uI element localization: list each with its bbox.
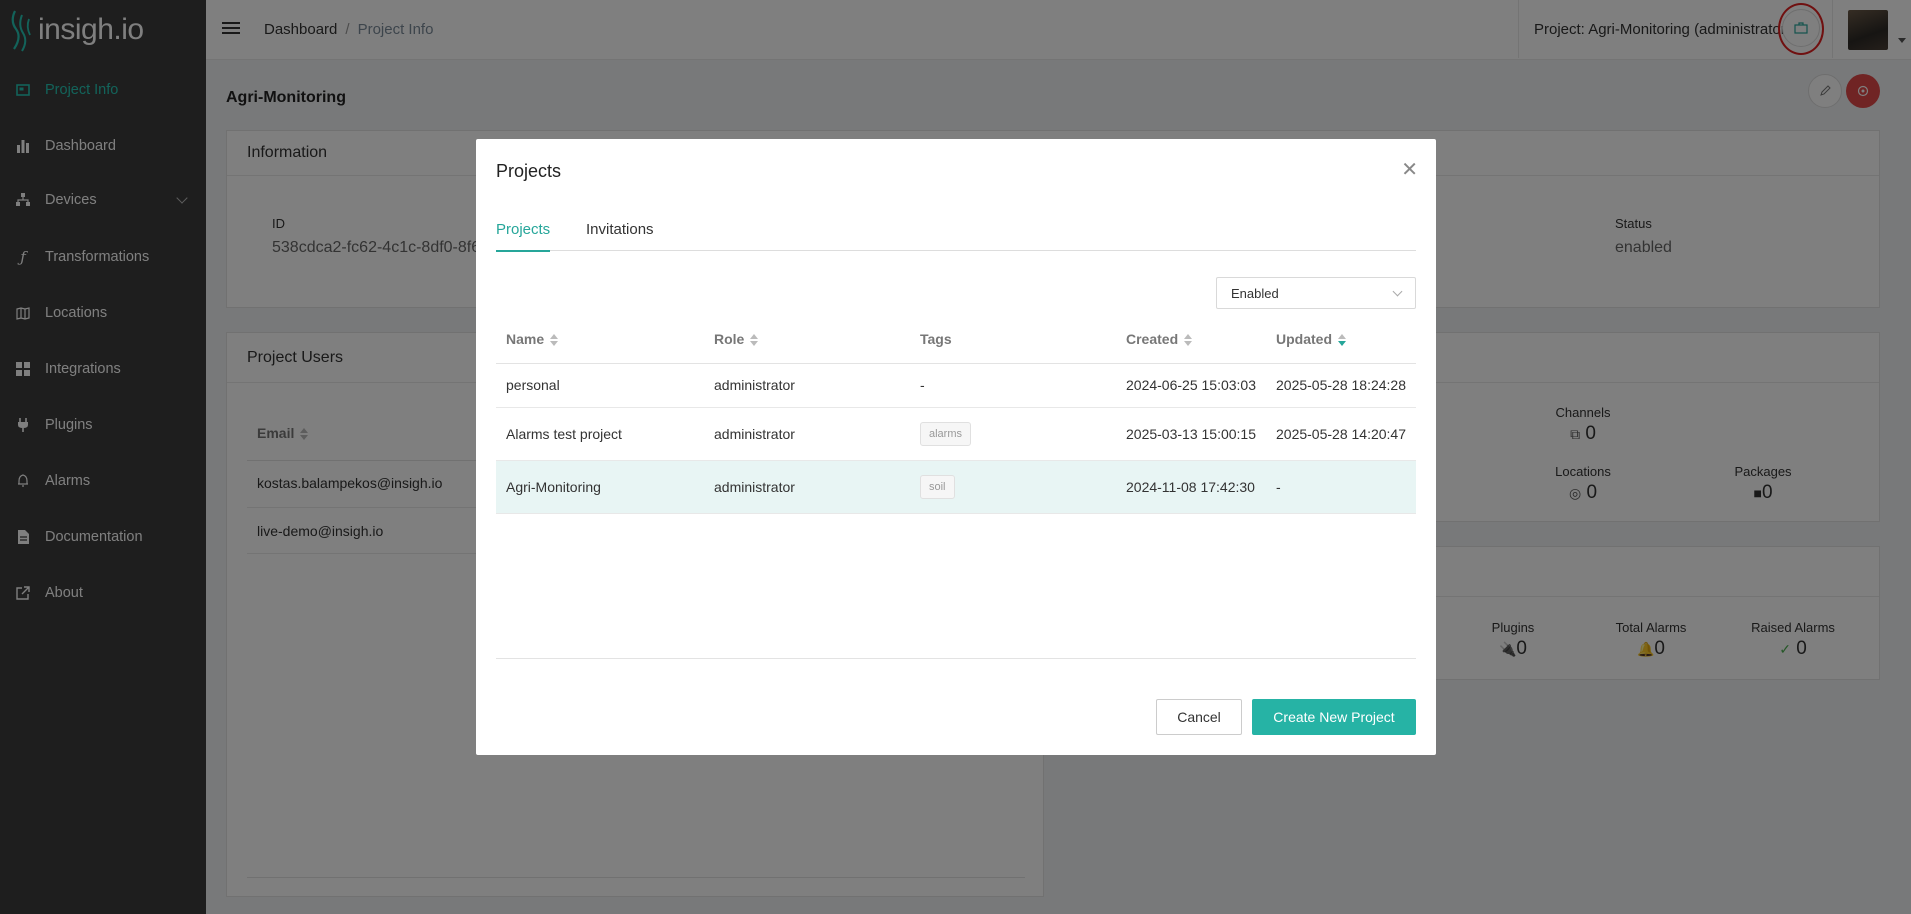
project-name: personal (496, 363, 704, 408)
tab-projects[interactable]: Projects (496, 221, 551, 252)
project-role: administrator (704, 460, 910, 514)
table-row[interactable]: Agri-Monitoring administrator soil 2024-… (496, 460, 1416, 514)
projects-table: Name Role Tags Created Updated personal … (496, 315, 1416, 514)
column-header-tags: Tags (910, 315, 1116, 364)
status-filter-select[interactable]: Enabled (1216, 277, 1416, 309)
project-updated: 2025-05-28 18:24:28 (1266, 363, 1416, 408)
project-created: 2024-11-08 17:42:30 (1116, 460, 1266, 514)
project-updated: 2025-05-28 14:20:47 (1266, 407, 1416, 461)
projects-modal: Projects ✕ Projects Invitations Enabled … (476, 139, 1436, 755)
column-header-name[interactable]: Name (496, 315, 704, 364)
project-created: 2024-06-25 15:03:03 (1116, 363, 1266, 408)
tag-badge: soil (920, 474, 955, 499)
column-header-updated[interactable]: Updated (1266, 315, 1416, 364)
tag-badge: alarms (920, 421, 972, 446)
modal-divider (496, 658, 1416, 659)
project-tags: soil (910, 460, 1116, 514)
modal-tabs: Projects Invitations (496, 221, 1416, 252)
table-row[interactable]: personal administrator - 2024-06-25 15:0… (496, 363, 1416, 408)
project-tags: - (910, 363, 1116, 408)
column-header-created[interactable]: Created (1116, 315, 1266, 364)
create-new-project-button[interactable]: Create New Project (1252, 699, 1416, 735)
project-updated: - (1266, 460, 1416, 514)
project-role: administrator (704, 363, 910, 408)
project-tags: alarms (910, 407, 1116, 461)
cancel-button[interactable]: Cancel (1156, 699, 1242, 735)
table-row[interactable]: Alarms test project administrator alarms… (496, 407, 1416, 461)
project-role: administrator (704, 407, 910, 461)
project-created: 2025-03-13 15:00:15 (1116, 407, 1266, 461)
project-name: Agri-Monitoring (496, 460, 704, 514)
chevron-down-icon (1392, 286, 1403, 297)
status-filter-value: Enabled (1231, 285, 1279, 301)
tab-invitations[interactable]: Invitations (586, 221, 654, 252)
modal-title: Projects (496, 161, 562, 181)
project-name: Alarms test project (496, 407, 704, 461)
close-icon[interactable]: ✕ (1401, 157, 1418, 182)
column-header-role[interactable]: Role (704, 315, 910, 364)
